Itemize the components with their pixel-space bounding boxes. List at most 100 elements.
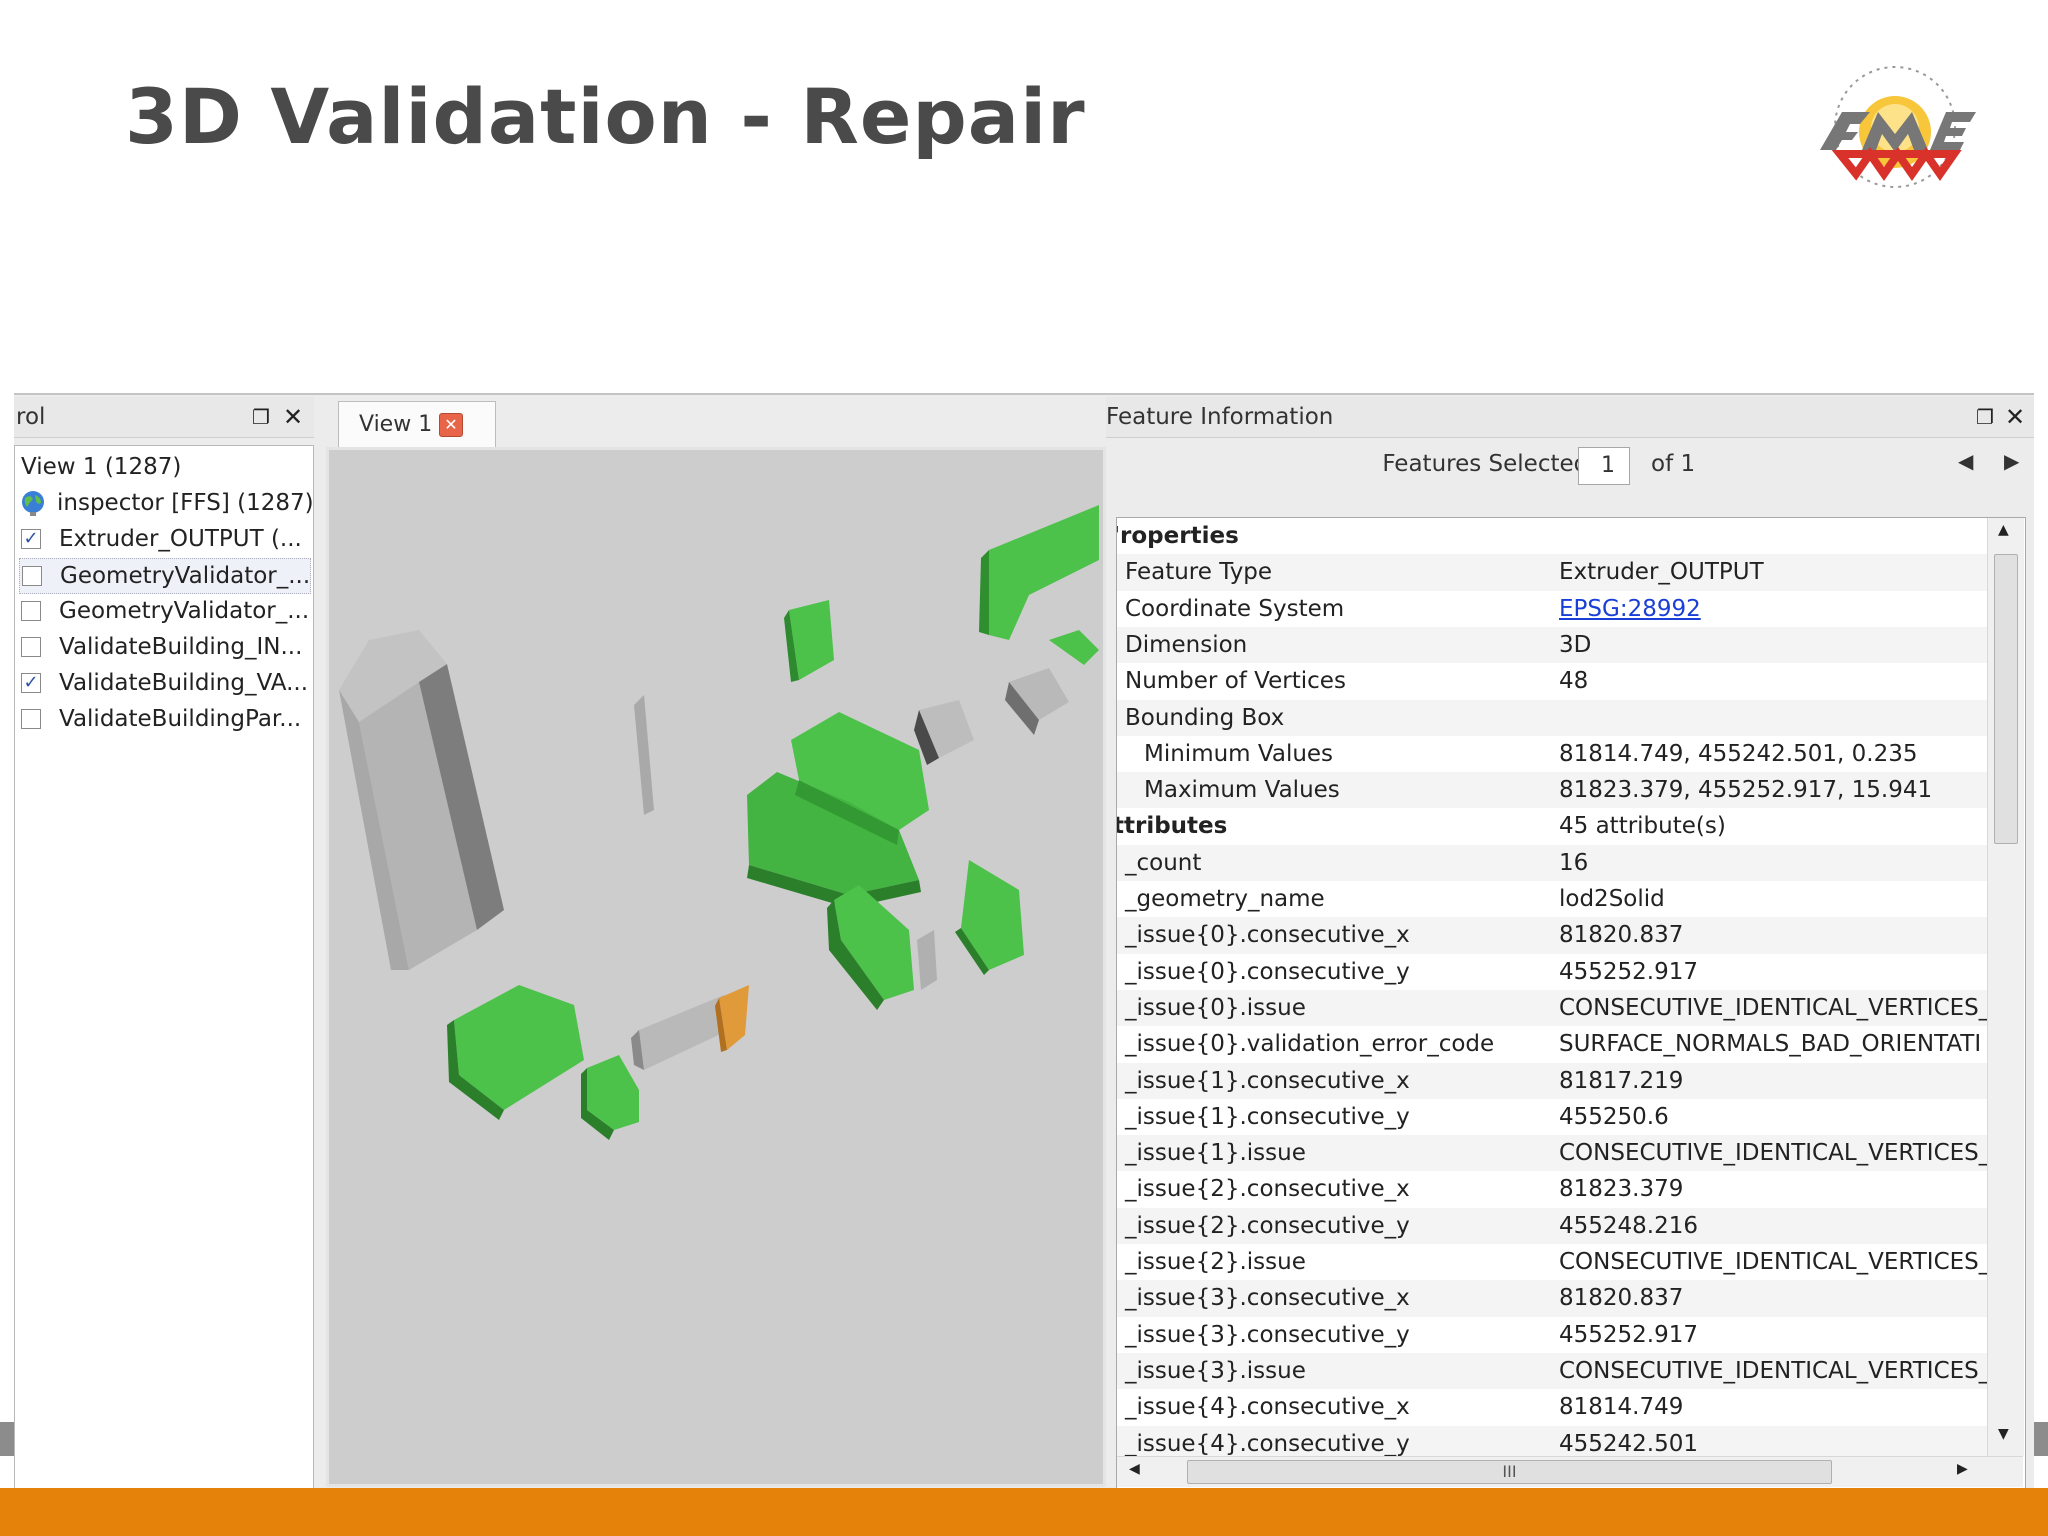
close-icon[interactable]: ✕ xyxy=(2002,397,2028,437)
grid-row[interactable]: Coordinate System EPSG:28992 xyxy=(1117,591,1987,627)
grid-row[interactable]: _issue{0}.validation_error_code SURFACE_N… xyxy=(1117,1026,1987,1062)
green-building xyxy=(955,860,1024,975)
tab-label: View 1 xyxy=(359,412,433,437)
grid-value: CONSECUTIVE_IDENTICAL_VERTICES_ xyxy=(1559,1140,1987,1167)
grid-key: Bounding Box xyxy=(1125,704,1285,731)
horizontal-scrollbar[interactable]: ◀ III ▶ xyxy=(1117,1456,2023,1487)
grid-row[interactable]: _issue{3}.consecutive_y 455252.917 xyxy=(1117,1317,1987,1353)
feature-information-panel: Feature Information ❐ ✕ Features Selecte… xyxy=(1106,395,2034,1490)
grid-row[interactable]: _issue{0}.consecutive_x 81820.837 xyxy=(1117,917,1987,954)
slide-footer-bar xyxy=(0,1488,2048,1536)
grid-key: _issue{1}.issue xyxy=(1125,1140,1306,1167)
grid-value: 48 xyxy=(1559,668,1589,695)
scroll-right-icon[interactable]: ▶ xyxy=(1957,1461,1968,1477)
scroll-left-icon[interactable]: ◀ xyxy=(1129,1461,1140,1477)
grid-row[interactable]: _issue{2}.consecutive_y 455248.216 xyxy=(1117,1207,1987,1244)
grid-key: _issue{0}.issue xyxy=(1125,994,1306,1021)
layer-label: GeometryValidator_... xyxy=(59,598,310,624)
grid-row[interactable]: Number of Vertices 48 xyxy=(1117,663,1987,699)
gray-building xyxy=(917,930,937,990)
grid-key: _issue{2}.consecutive_y xyxy=(1125,1212,1410,1239)
vertical-scrollbar[interactable]: ▲ ▼ xyxy=(1987,518,2024,1456)
grid-value: CONSECUTIVE_IDENTICAL_VERTICES_ xyxy=(1559,1357,1987,1384)
grid-key: _issue{2}.issue xyxy=(1125,1249,1306,1275)
feature-index-input[interactable]: 1 xyxy=(1578,447,1630,485)
layer-checkbox[interactable] xyxy=(21,601,41,621)
grid-row[interactable]: _geometry_name lod2Solid xyxy=(1117,881,1987,917)
display-control-header: rol ❐ ✕ xyxy=(14,397,314,438)
close-icon[interactable]: ✕ xyxy=(280,397,306,437)
layer-row[interactable]: GeometryValidator_... xyxy=(19,594,309,628)
grid-row[interactable]: _issue{2}.issue CONSECUTIVE_IDENTICAL_VER… xyxy=(1117,1244,1987,1280)
layer-checkbox[interactable] xyxy=(22,566,42,586)
grid-group-row[interactable]: 'roperties xyxy=(1117,518,1987,554)
grid-row[interactable]: _issue{3}.consecutive_x 81820.837 xyxy=(1117,1280,1987,1317)
scroll-grip: III xyxy=(1502,1462,1517,1481)
tree-view-node[interactable]: View 1 (1287) xyxy=(21,450,181,484)
grid-row[interactable]: _issue{0}.consecutive_y 455252.917 xyxy=(1117,954,1987,990)
gray-tower-building xyxy=(339,630,504,970)
grid-value: 81814.749 xyxy=(1559,1394,1684,1421)
feature-properties-grid[interactable]: 'roperties Feature Type Extruder_OUTPUT C… xyxy=(1116,517,2026,1489)
grid-row[interactable]: _issue{4}.consecutive_x 81814.749 xyxy=(1117,1389,1987,1425)
grid-row[interactable]: _count 16 xyxy=(1117,844,1987,881)
grid-row[interactable]: Maximum Values 81823.379, 455252.917, 15.… xyxy=(1117,772,1987,809)
grid-group-row[interactable]: ttributes 45 attribute(s) xyxy=(1117,808,1987,844)
float-window-icon[interactable]: ❐ xyxy=(1972,397,1998,437)
grid-row[interactable]: Feature Type Extruder_OUTPUT xyxy=(1117,554,1987,591)
layer-row[interactable]: ✓ ValidateBuilding_VA... xyxy=(19,666,309,700)
grid-key: Dimension xyxy=(1125,631,1248,658)
grid-value: 455252.917 xyxy=(1559,958,1699,985)
grid-key: _issue{2}.consecutive_x xyxy=(1125,1176,1410,1203)
grid-value: Extruder_OUTPUT xyxy=(1559,559,1764,586)
slide-edge-marker xyxy=(0,1422,14,1456)
layer-checkbox[interactable] xyxy=(21,709,41,729)
layer-row[interactable]: GeometryValidator_... xyxy=(19,558,311,594)
scroll-up-icon[interactable]: ▲ xyxy=(1998,522,2009,538)
grid-key: Coordinate System xyxy=(1125,595,1345,622)
grid-row[interactable]: _issue{2}.consecutive_x 81823.379 xyxy=(1117,1171,1987,1207)
layer-checkbox[interactable]: ✓ xyxy=(21,529,41,549)
tab-view-1[interactable]: View 1 ✕ xyxy=(338,401,496,448)
grid-value: 455248.216 xyxy=(1559,1212,1699,1239)
display-control-tree: View 1 (1287) inspector [FFS] (1287) ✓ E… xyxy=(14,445,314,1491)
layer-row[interactable]: ValidateBuilding_IN... xyxy=(19,630,309,664)
tree-view-label: View 1 (1287) xyxy=(21,454,182,480)
next-feature-icon[interactable]: ▶ xyxy=(2004,449,2019,473)
previous-feature-icon[interactable]: ◀ xyxy=(1958,449,1973,473)
grid-row[interactable]: _issue{1}.issue CONSECUTIVE_IDENTICAL_VER… xyxy=(1117,1135,1987,1172)
coordinate-system-link[interactable]: EPSG:28992 xyxy=(1559,591,1987,627)
scroll-down-icon[interactable]: ▼ xyxy=(1998,1426,2009,1442)
grid-value: 455252.917 xyxy=(1559,1321,1699,1348)
grid-row[interactable]: _issue{0}.issue CONSECUTIVE_IDENTICAL_VER… xyxy=(1117,989,1987,1027)
horizontal-scroll-thumb[interactable]: III xyxy=(1187,1460,1832,1484)
layer-label: Extruder_OUTPUT (... xyxy=(59,526,302,552)
layer-row[interactable]: ✓ Extruder_OUTPUT (... xyxy=(19,522,309,556)
grid-row[interactable]: _issue{3}.issue CONSECUTIVE_IDENTICAL_VER… xyxy=(1117,1352,1987,1390)
globe-icon xyxy=(22,491,44,516)
grid-value: 81823.379, 455252.917, 15.941 xyxy=(1559,777,1933,804)
grid-row[interactable]: _issue{1}.consecutive_x 81817.219 xyxy=(1117,1062,1987,1099)
float-window-icon[interactable]: ❐ xyxy=(248,397,274,437)
green-building xyxy=(447,985,584,1120)
layer-checkbox[interactable] xyxy=(21,637,41,657)
close-tab-icon[interactable]: ✕ xyxy=(439,413,463,437)
grid-key: Feature Type xyxy=(1125,559,1273,586)
grid-row[interactable]: Bounding Box xyxy=(1117,699,1987,736)
grid-row[interactable]: _issue{1}.consecutive_y 455250.6 xyxy=(1117,1099,1987,1135)
grid-key: 'roperties xyxy=(1116,523,1239,549)
layer-label: ValidateBuilding_VA... xyxy=(59,670,309,696)
view-tabbar: View 1 ✕ xyxy=(326,397,1096,448)
layer-checkbox[interactable]: ✓ xyxy=(21,673,41,693)
grid-row[interactable]: Dimension 3D xyxy=(1117,626,1987,664)
grid-key: _issue{0}.consecutive_x xyxy=(1125,922,1410,949)
grid-value: 81817.219 xyxy=(1559,1067,1684,1094)
grid-row[interactable]: Minimum Values 81814.749, 455242.501, 0.2… xyxy=(1117,736,1987,772)
vertical-scroll-thumb[interactable] xyxy=(1994,554,2018,844)
layer-row[interactable]: ValidateBuildingPar... xyxy=(19,702,309,736)
grid-key: Maximum Values xyxy=(1144,777,1340,804)
3d-view-canvas[interactable] xyxy=(326,447,1106,1487)
grid-key: Number of Vertices xyxy=(1125,668,1346,695)
feature-information-title: Feature Information xyxy=(1106,404,1334,430)
grid-value: 81814.749, 455242.501, 0.235 xyxy=(1559,740,1918,767)
